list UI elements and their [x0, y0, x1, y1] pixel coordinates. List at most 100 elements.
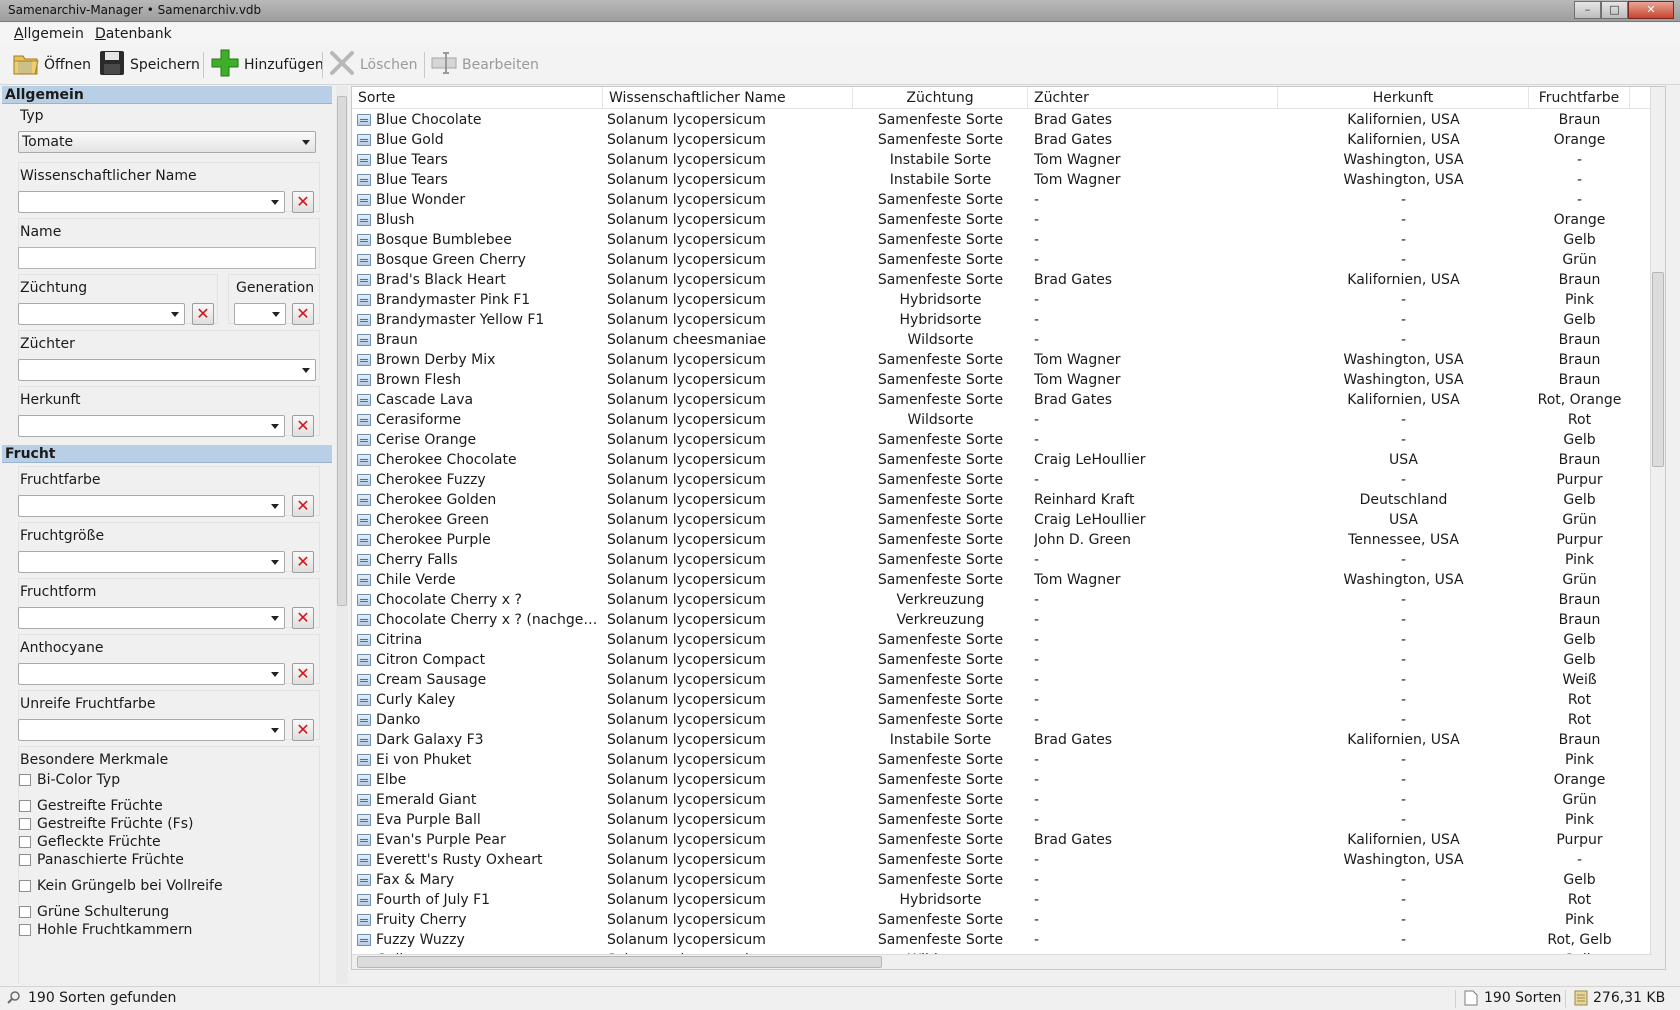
- table-row[interactable]: Blue Wonder Solanum lycopersicum Samenfest…: [352, 190, 1665, 210]
- table-row[interactable]: Cherokee Purple Solanum lycopersicum Samen…: [352, 530, 1665, 550]
- table-row[interactable]: Brown Derby Mix Solanum lycopersicum Samen…: [352, 350, 1665, 370]
- table-row[interactable]: Eva Purple Ball Solanum lycopersicum Samen…: [352, 810, 1665, 830]
- table-row[interactable]: Fruity Cherry Solanum lycopersicum Samenfe…: [352, 910, 1665, 930]
- checkbox-box[interactable]: [19, 836, 31, 848]
- checkbox-no-green-yellow[interactable]: Kein Grüngelb bei Vollreife: [19, 878, 223, 894]
- table-row[interactable]: Cream Sausage Solanum lycopersicum Samenfe…: [352, 670, 1665, 690]
- table-row[interactable]: Blue Tears Solanum lycopersicum Instabile …: [352, 170, 1665, 190]
- filter-panel-scrollbar[interactable]: [336, 86, 348, 984]
- table-row[interactable]: Cherokee Fuzzy Solanum lycopersicum Samenf…: [352, 470, 1665, 490]
- table-row[interactable]: Ei von Phuket Solanum lycopersicum Samenfe…: [352, 750, 1665, 770]
- table-row[interactable]: Blue Gold Solanum lycopersicum Samenfeste …: [352, 130, 1665, 150]
- table-row[interactable]: Blush Solanum lycopersicum Samenfeste Sort…: [352, 210, 1665, 230]
- table-row[interactable]: Cherokee Golden Solanum lycopersicum Samen…: [352, 490, 1665, 510]
- fruit-shape-clear-button[interactable]: ✕: [292, 607, 314, 629]
- checkbox-striped-fs[interactable]: Gestreifte Früchte (Fs): [19, 816, 194, 832]
- breeding-select[interactable]: [18, 303, 185, 325]
- minimize-button[interactable]: –: [1574, 1, 1601, 19]
- origin-clear-button[interactable]: ✕: [292, 415, 314, 437]
- checkbox-box[interactable]: [19, 906, 31, 918]
- section-allgemein[interactable]: Allgemein: [2, 86, 332, 104]
- checkbox-box[interactable]: [19, 880, 31, 892]
- checkbox-box[interactable]: [19, 854, 31, 866]
- column-header-sci-name[interactable]: Wissenschaftlicher Name: [603, 87, 853, 109]
- unripe-color-select[interactable]: [18, 719, 285, 741]
- checkbox-hollow-chambers[interactable]: Hohle Fruchtkammern: [19, 922, 192, 938]
- table-row[interactable]: Brandymaster Yellow F1 Solanum lycopersic…: [352, 310, 1665, 330]
- table-vertical-scrollbar[interactable]: [1650, 87, 1665, 969]
- checkbox-box[interactable]: [19, 924, 31, 936]
- open-button[interactable]: Öffnen: [12, 50, 91, 80]
- origin-select[interactable]: [18, 415, 285, 437]
- checkbox-green-shoulder[interactable]: Grüne Schulterung: [19, 904, 169, 920]
- fruit-size-clear-button[interactable]: ✕: [292, 551, 314, 573]
- close-button[interactable]: ✕: [1628, 1, 1674, 19]
- edit-button[interactable]: Bearbeiten: [430, 50, 539, 80]
- table-row[interactable]: Chocolate Cherry x ? (nachgere... Solanum…: [352, 610, 1665, 630]
- table-row[interactable]: Fax & Mary Solanum lycopersicum Samenfeste…: [352, 870, 1665, 890]
- table-row[interactable]: Brandymaster Pink F1 Solanum lycopersicum…: [352, 290, 1665, 310]
- table-row[interactable]: Dark Galaxy F3 Solanum lycopersicum Instab…: [352, 730, 1665, 750]
- table-row[interactable]: Citron Compact Solanum lycopersicum Samenf…: [352, 650, 1665, 670]
- table-row[interactable]: Bosque Bumblebee Solanum lycopersicum Same…: [352, 230, 1665, 250]
- sci-name-select[interactable]: [18, 191, 285, 213]
- table-row[interactable]: Cascade Lava Solanum lycopersicum Samenfes…: [352, 390, 1665, 410]
- table-row[interactable]: Cerise Orange Solanum lycopersicum Samenfe…: [352, 430, 1665, 450]
- fruit-shape-select[interactable]: [18, 607, 285, 629]
- table-row[interactable]: Danko Solanum lycopersicum Samenfeste Sort…: [352, 710, 1665, 730]
- column-header-sorte[interactable]: Sorte: [352, 87, 603, 109]
- checkbox-box[interactable]: [19, 774, 31, 786]
- generation-clear-button[interactable]: ✕: [292, 303, 314, 325]
- table-row[interactable]: Blue Tears Solanum lycopersicum Instabile …: [352, 150, 1665, 170]
- table-row[interactable]: Chocolate Cherry x ? Solanum lycopersicum…: [352, 590, 1665, 610]
- column-header-fruchtfarbe[interactable]: Fruchtfarbe: [1529, 87, 1630, 109]
- unripe-color-clear-button[interactable]: ✕: [292, 719, 314, 741]
- table-row[interactable]: Emerald Giant Solanum lycopersicum Samenfe…: [352, 790, 1665, 810]
- fruit-size-select[interactable]: [18, 551, 285, 573]
- table-row[interactable]: Everett's Rusty Oxheart Solanum lycopersi…: [352, 850, 1665, 870]
- table-row[interactable]: Chile Verde Solanum lycopersicum Samenfest…: [352, 570, 1665, 590]
- table-row[interactable]: Cherry Falls Solanum lycopersicum Samenfes…: [352, 550, 1665, 570]
- scrollbar-thumb[interactable]: [357, 956, 882, 968]
- table-row[interactable]: Brad's Black Heart Solanum lycopersicum Sa…: [352, 270, 1665, 290]
- table-row[interactable]: Fourth of July F1 Solanum lycopersicum Hyb…: [352, 890, 1665, 910]
- table-row[interactable]: Evan's Purple Pear Solanum lycopersicum Sa…: [352, 830, 1665, 850]
- menu-allgemein[interactable]: Allgemein: [14, 26, 84, 42]
- save-button[interactable]: Speichern: [98, 50, 200, 80]
- scrollbar-thumb[interactable]: [337, 96, 347, 606]
- fruit-color-select[interactable]: [18, 495, 285, 517]
- section-frucht[interactable]: Frucht: [2, 445, 332, 463]
- anthocyanin-select[interactable]: [18, 663, 285, 685]
- delete-button[interactable]: Löschen: [328, 50, 417, 80]
- table-row[interactable]: Braun Solanum cheesmaniae Wildsorte - - Braun: [352, 330, 1665, 350]
- column-header-herkunft[interactable]: Herkunft: [1278, 87, 1529, 109]
- checkbox-striped[interactable]: Gestreifte Früchte: [19, 798, 163, 814]
- sci-name-clear-button[interactable]: ✕: [292, 191, 314, 213]
- type-select[interactable]: Tomate: [18, 131, 316, 153]
- fruit-color-clear-button[interactable]: ✕: [292, 495, 314, 517]
- table-horizontal-scrollbar[interactable]: [352, 954, 1652, 969]
- anthocyanin-clear-button[interactable]: ✕: [292, 663, 314, 685]
- table-row[interactable]: Citrina Solanum lycopersicum Samenfeste So…: [352, 630, 1665, 650]
- generation-select[interactable]: [234, 303, 286, 325]
- breeding-clear-button[interactable]: ✕: [192, 303, 214, 325]
- column-header-zuechter[interactable]: Züchter: [1028, 87, 1278, 109]
- table-row[interactable]: Cherokee Green Solanum lycopersicum Samenf…: [352, 510, 1665, 530]
- breeder-select[interactable]: [18, 359, 316, 381]
- table-row[interactable]: Blue Chocolate Solanum lycopersicum Samenf…: [352, 110, 1665, 130]
- menu-datenbank[interactable]: Datenbank: [95, 26, 172, 42]
- checkbox-bicolor[interactable]: Bi-Color Typ: [19, 772, 120, 788]
- scrollbar-thumb[interactable]: [1652, 272, 1664, 467]
- checkbox-spotted[interactable]: Gefleckte Früchte: [19, 834, 161, 850]
- table-row[interactable]: Cherokee Chocolate Solanum lycopersicum Sa…: [352, 450, 1665, 470]
- add-button[interactable]: Hinzufügen: [210, 49, 324, 80]
- column-header-extra[interactable]: [1630, 87, 1652, 109]
- checkbox-box[interactable]: [19, 800, 31, 812]
- checkbox-variegated[interactable]: Panaschierte Früchte: [19, 852, 184, 868]
- name-input[interactable]: [18, 247, 316, 269]
- table-row[interactable]: Elbe Solanum lycopersicum Samenfeste Sorte…: [352, 770, 1665, 790]
- table-row[interactable]: Fuzzy Wuzzy Solanum lycopersicum Samenfest…: [352, 930, 1665, 950]
- table-row[interactable]: Curly Kaley Solanum lycopersicum Samenfest…: [352, 690, 1665, 710]
- table-row[interactable]: Cerasiforme Solanum lycopersicum Wildsorte…: [352, 410, 1665, 430]
- table-row[interactable]: Bosque Green Cherry Solanum lycopersicum S…: [352, 250, 1665, 270]
